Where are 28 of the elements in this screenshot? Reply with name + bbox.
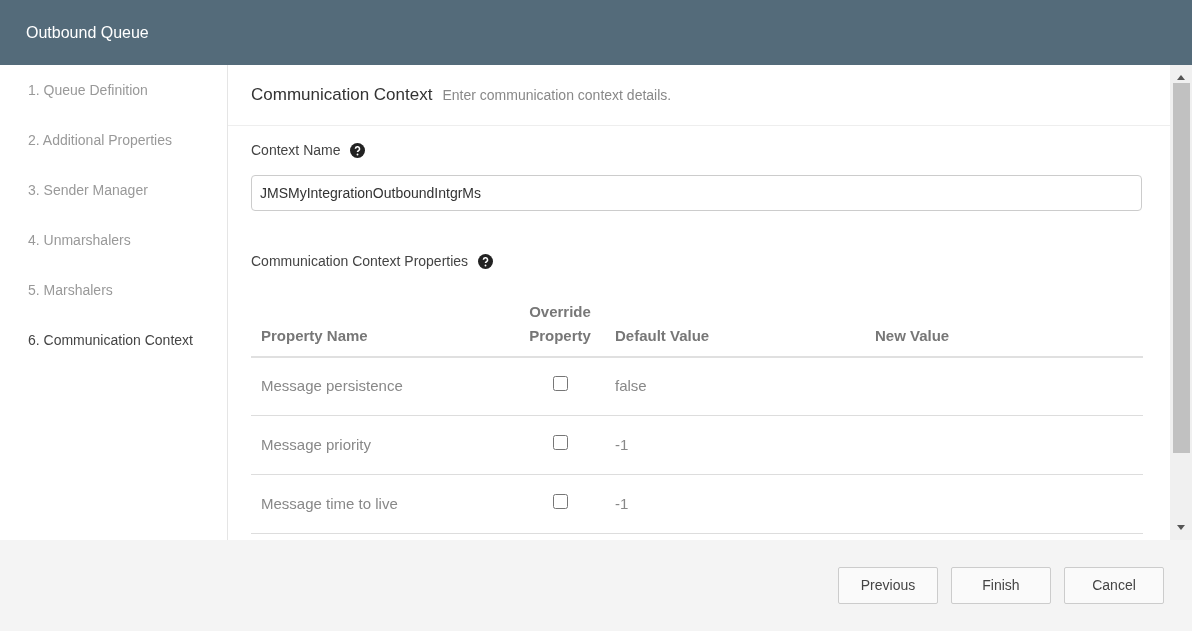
table-cell: Message priority [251, 415, 515, 475]
wizard-step[interactable]: 6. Communication Context [28, 329, 198, 351]
table-cell: Message persistence [251, 356, 515, 416]
properties-label: Communication Context Properties [251, 251, 469, 271]
section-title: Communication Context [251, 84, 433, 106]
override-checkbox[interactable] [552, 434, 568, 450]
footer-button[interactable]: Finish [951, 567, 1051, 604]
table-cell: false [605, 356, 865, 416]
column-header: New Value [865, 291, 1143, 357]
footer-button[interactable]: Previous [838, 567, 938, 604]
scroll-up-icon[interactable] [1176, 73, 1186, 81]
help-icon[interactable] [350, 142, 366, 158]
section-subtitle: Enter communication context details. [442, 86, 672, 105]
column-header: Property Name [251, 291, 515, 357]
scroll-down-icon[interactable] [1176, 524, 1186, 532]
table-cell: Message time to live [251, 474, 515, 534]
scrollbar-thumb[interactable] [1172, 83, 1190, 453]
field-label: Context Name [251, 140, 341, 160]
footer-button[interactable]: Cancel [1064, 567, 1164, 604]
table-cell: -1 [605, 474, 865, 534]
column-header: Default Value [605, 291, 865, 357]
window-title: Outbound Queue [26, 22, 149, 43]
help-icon[interactable] [478, 253, 494, 269]
override-checkbox[interactable] [552, 493, 568, 509]
column-header: Override Property [515, 291, 605, 357]
table-cell: -1 [605, 415, 865, 475]
context-name-field[interactable]: JMSMyIntegrationOutboundIntgrMs [251, 174, 1142, 211]
override-checkbox[interactable] [552, 376, 568, 391]
